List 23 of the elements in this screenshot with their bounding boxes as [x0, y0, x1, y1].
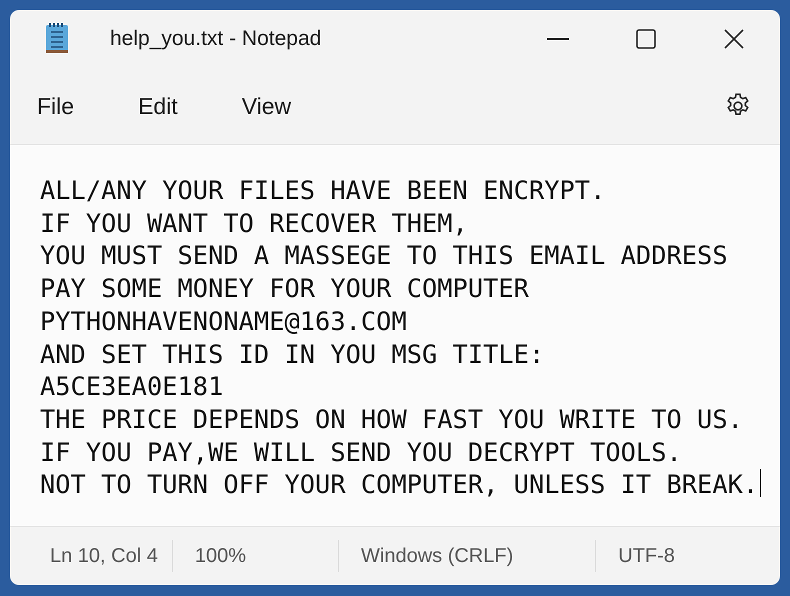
cursor-position: Ln 10, Col 4: [49, 544, 159, 569]
text-line: PYTHONHAVENONAME@163.COM: [40, 306, 407, 338]
text-line: NOT TO TURN OFF YOUR COMPUTER, UNLESS IT BREAK.: [40, 469, 758, 502]
text-line: PAY SOME MONEY FOR YOUR COMPUTER: [40, 273, 529, 306]
line-ending: Windows (CRLF): [360, 544, 514, 569]
menu-item[interactable]: Edit: [127, 84, 189, 128]
text-line: THE PRICE DEPENDS ON HOW FAST YOU WRITE TO US.: [40, 404, 743, 436]
menu-item[interactable]: File: [26, 84, 86, 128]
text-line: YOU MUST SEND A MASSEGE TO THIS EMAIL ADDRESS: [40, 240, 728, 272]
text-line: A5CE3EA0E181: [40, 371, 224, 404]
text-line: ALL/ANY YOUR FILES HAVE BEEN ENCRYPT.: [40, 175, 606, 207]
close-icon: [724, 29, 744, 49]
menu-item[interactable]: View: [230, 84, 302, 128]
notepad-icon: [44, 23, 70, 55]
text-line: IF YOU PAY,WE WILL SEND YOU DECRYPT TOOLS.: [40, 436, 682, 469]
text-caret: [760, 469, 762, 498]
minimize-icon: [547, 38, 569, 40]
text-line: AND SET THIS ID IN YOU MSG TITLE:: [40, 338, 544, 371]
maximize-icon: [636, 29, 656, 49]
text-line: IF YOU WANT TO RECOVER THEM,: [40, 208, 468, 240]
zoom-level: 100%: [194, 544, 248, 569]
window-title: help_you.txt - Notepad: [110, 26, 322, 52]
encoding: UTF-8: [617, 544, 676, 569]
